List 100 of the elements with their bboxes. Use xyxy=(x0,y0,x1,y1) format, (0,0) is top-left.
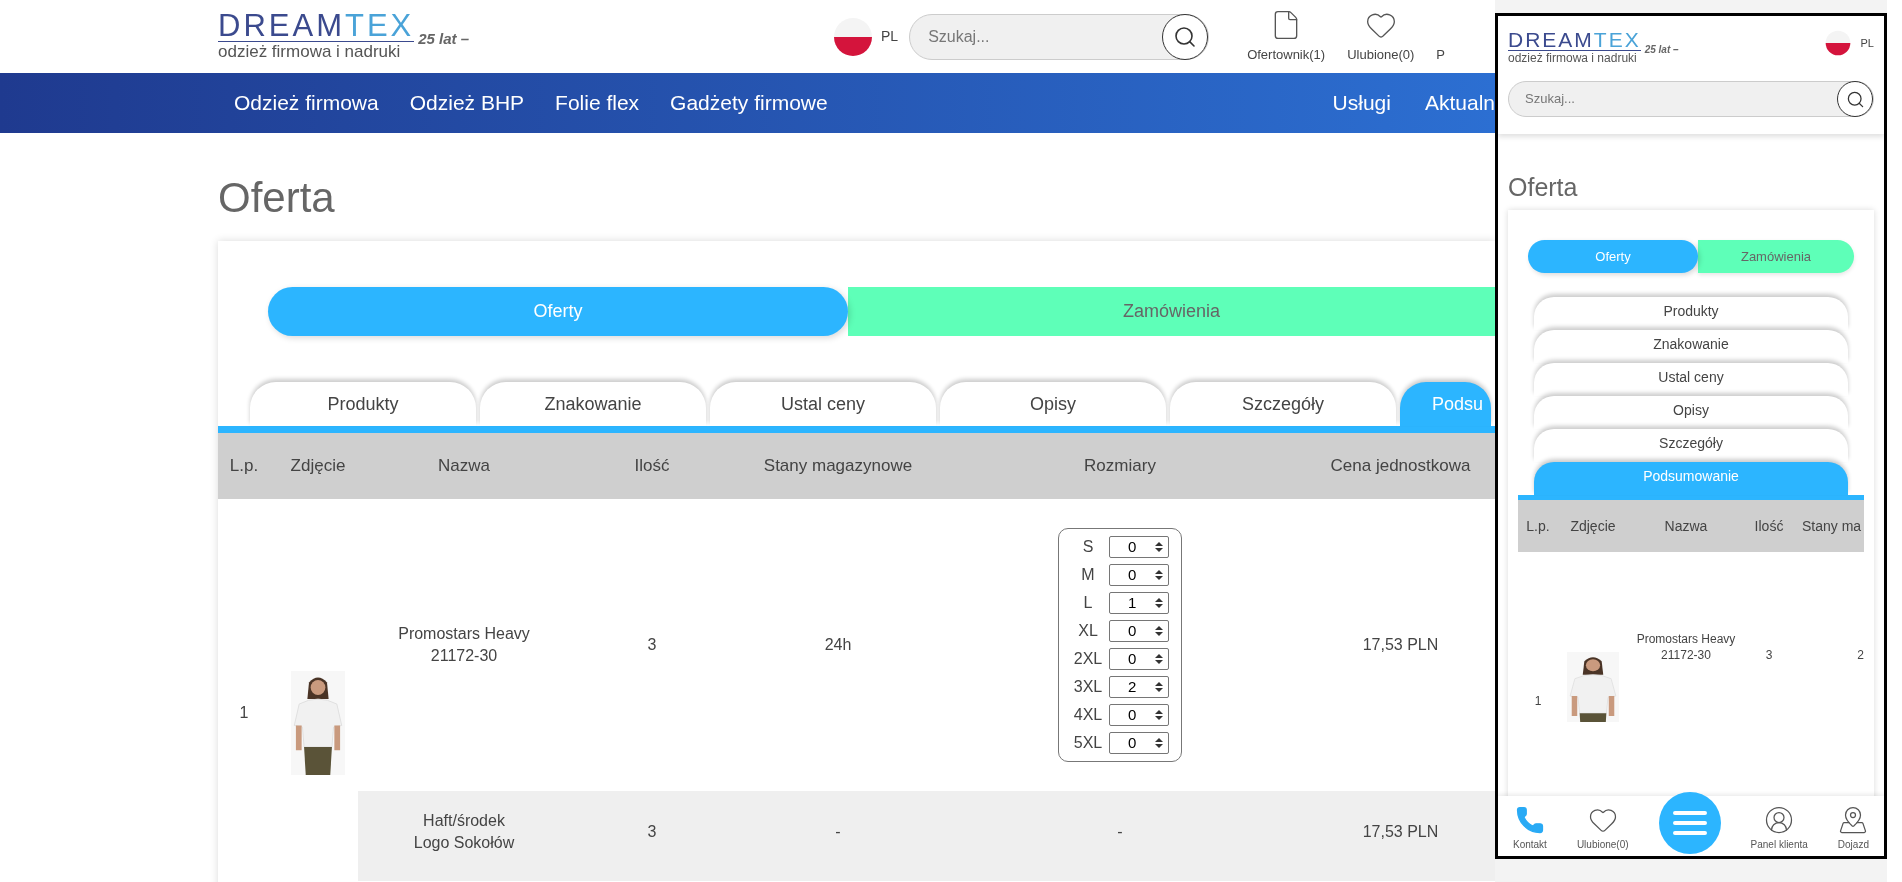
step-tab[interactable]: Ustal ceny xyxy=(710,382,936,426)
column-header: Stany magazynowe xyxy=(763,455,913,478)
column-header: Stany ma xyxy=(1802,516,1862,536)
header-link[interactable]: P xyxy=(1436,45,1446,65)
quantity-field[interactable]: 0 xyxy=(1109,536,1169,558)
logo-text: TEX xyxy=(1593,30,1641,50)
column-header: Nazwa xyxy=(438,455,490,478)
column-header: L.p. xyxy=(1526,516,1550,536)
search-button[interactable] xyxy=(1162,13,1209,60)
flag-icon[interactable] xyxy=(1824,30,1851,56)
table-cell-text: 1 xyxy=(239,703,249,723)
user-icon[interactable] xyxy=(1764,805,1795,835)
nav-link[interactable]: Aktualn xyxy=(1424,87,1495,119)
size-label: L xyxy=(1082,593,1094,613)
step-tab[interactable]: Produkty xyxy=(250,382,476,426)
quantity-field[interactable]: 0 xyxy=(1109,732,1169,754)
mode-toggle-tab[interactable]: Zamówienia xyxy=(1698,240,1854,273)
logo-tagline: odzież firmowa i nadruki xyxy=(1508,50,1641,65)
quantity-field[interactable]: 0 xyxy=(1109,620,1169,642)
size-label: 4XL xyxy=(1072,705,1104,725)
step-tab[interactable]: Opisy xyxy=(1534,396,1848,429)
page-title: Oferta xyxy=(218,173,336,223)
step-tab[interactable]: Znakowanie xyxy=(480,382,706,426)
size-label: 3XL xyxy=(1072,677,1104,697)
quantity-field[interactable]: 2 xyxy=(1109,676,1169,698)
table-cell-text: - xyxy=(835,822,841,842)
search-button[interactable] xyxy=(1837,81,1873,117)
logo-text: TEX xyxy=(344,11,415,41)
header-link[interactable]: Ofertownik(1) xyxy=(1247,45,1326,65)
size-label: M xyxy=(1080,565,1096,585)
step-tab[interactable]: Szczegóły xyxy=(1170,382,1396,426)
table-cell-text: 3 xyxy=(1765,647,1773,664)
column-header: Nazwa xyxy=(1664,516,1708,536)
product-name: 21172-30 xyxy=(1661,647,1711,663)
nav-link[interactable]: Usługi xyxy=(1332,87,1391,119)
phone-icon[interactable] xyxy=(1514,805,1545,835)
nav-link[interactable]: Folie flex xyxy=(555,87,640,119)
quantity-field[interactable]: 0 xyxy=(1109,648,1169,670)
spinner-icon[interactable] xyxy=(1154,596,1164,610)
size-label: 2XL xyxy=(1072,649,1104,669)
spinner-icon[interactable] xyxy=(1154,680,1164,694)
bottom-nav-label[interactable]: Kontakt xyxy=(1513,837,1547,852)
bottom-nav-label[interactable]: Panel klienta xyxy=(1750,837,1808,852)
marking-name: Logo Sokołów xyxy=(413,833,515,853)
size-label: XL xyxy=(1077,621,1099,641)
search-icon xyxy=(1173,24,1198,49)
bottom-nav-label[interactable]: Ulubione(0) xyxy=(1576,837,1629,852)
logo-anniversary: 25 lat – xyxy=(1644,43,1679,57)
column-header: L.p. xyxy=(229,455,259,478)
nav-link[interactable]: Odzież BHP xyxy=(409,87,525,119)
search-field[interactable]: Szukaj... xyxy=(909,13,1210,60)
quantity-field[interactable]: 0 xyxy=(1109,704,1169,726)
column-header: Ilość xyxy=(1754,516,1784,536)
language-label[interactable]: PL xyxy=(881,26,899,47)
logo-anniversary: 25 lat – xyxy=(418,28,470,49)
marking-name: Haft/środek xyxy=(423,811,505,831)
table-cell-text: 3 xyxy=(647,822,657,842)
table-cell-text: 17,53 PLN xyxy=(1362,822,1439,842)
mode-toggle-tab[interactable]: Zamówienia xyxy=(848,287,1495,336)
step-tab[interactable]: Szczegóły xyxy=(1534,429,1848,462)
product-name: Promostars Heavy xyxy=(398,624,530,644)
logo-text: DREAM xyxy=(218,11,345,41)
menu-icon xyxy=(1672,810,1707,836)
nav-link[interactable]: Gadżety firmowe xyxy=(670,87,828,119)
column-header: Zdjęcie xyxy=(1570,516,1616,536)
table-cell-text: 2 xyxy=(1857,647,1864,664)
table-cell-text: 17,53 PLN xyxy=(1362,635,1439,655)
column-header: Cena jednostkowa xyxy=(1330,455,1471,478)
spinner-icon[interactable] xyxy=(1154,568,1164,582)
spinner-icon[interactable] xyxy=(1154,736,1164,750)
table-cell-text: - xyxy=(1117,822,1123,842)
bottom-nav-label[interactable]: Dojazd xyxy=(1837,837,1869,852)
step-tab[interactable]: Ustal ceny xyxy=(1534,363,1848,396)
map-icon[interactable] xyxy=(1838,805,1869,835)
spinner-icon[interactable] xyxy=(1154,624,1164,638)
logo-text: DREAM xyxy=(1508,30,1594,50)
step-tab[interactable]: Znakowanie xyxy=(1534,330,1848,363)
table-cell-text: 1 xyxy=(1534,693,1542,710)
table-cell-text: 3 xyxy=(647,635,657,655)
spinner-icon[interactable] xyxy=(1154,652,1164,666)
nav-link[interactable]: Odzież firmowa xyxy=(234,87,379,119)
step-tab[interactable]: Opisy xyxy=(940,382,1166,426)
product-name: Promostars Heavy xyxy=(1636,631,1736,647)
step-tab[interactable]: Produkty xyxy=(1534,297,1848,330)
spinner-icon[interactable] xyxy=(1154,708,1164,722)
logo-tagline: odzież firmowa i nadruki xyxy=(218,41,415,62)
header-link[interactable]: Ulubione(0) xyxy=(1347,45,1415,65)
column-header: Ilość xyxy=(634,455,670,478)
language-label[interactable]: PL xyxy=(1860,34,1874,52)
quantity-field[interactable]: 0 xyxy=(1109,564,1169,586)
column-header: Zdjęcie xyxy=(290,455,346,478)
product-name: 21172-30 xyxy=(430,646,498,666)
search-field[interactable]: Szukaj... xyxy=(1508,81,1874,117)
size-label: S xyxy=(1081,537,1095,557)
size-label: 5XL xyxy=(1072,733,1104,753)
column-header: Rozmiary xyxy=(1084,455,1156,478)
page-title: Oferta xyxy=(1508,172,1579,202)
flag-icon[interactable] xyxy=(833,16,873,57)
spinner-icon[interactable] xyxy=(1154,540,1164,554)
quantity-field[interactable]: 1 xyxy=(1109,592,1169,614)
